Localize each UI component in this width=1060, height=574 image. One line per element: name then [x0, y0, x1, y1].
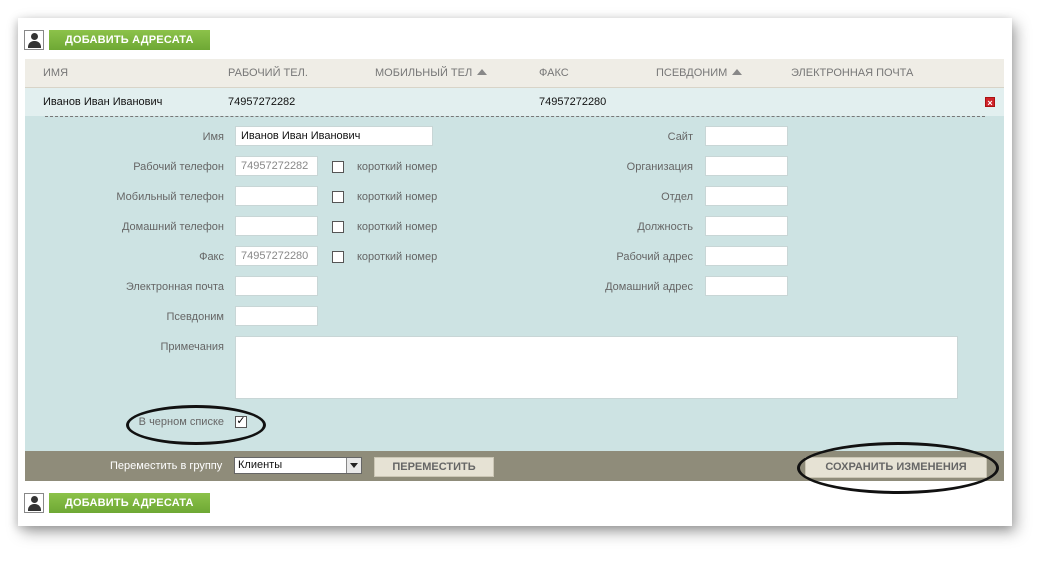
- mobile-phone-short-label: короткий номер: [357, 191, 438, 203]
- contacts-table: ИМЯ РАБОЧИЙ ТЕЛ. МОБИЛЬНЫЙ ТЕЛ ФАКС ПСЕВ…: [25, 59, 1004, 481]
- email-label: Электронная почта: [125, 281, 224, 293]
- fax-short-label: короткий номер: [357, 251, 438, 263]
- col-header-alias[interactable]: ПСЕВДОНИМ: [656, 67, 743, 79]
- sort-arrow-up-icon: [732, 69, 743, 75]
- name-label: Имя: [202, 131, 224, 143]
- work-phone-short-checkbox[interactable]: [332, 161, 344, 173]
- group-select-value: Клиенты: [238, 459, 283, 471]
- group-select[interactable]: Клиенты: [234, 457, 362, 474]
- organization-input[interactable]: [705, 156, 788, 176]
- delete-icon[interactable]: ×: [985, 97, 995, 108]
- site-label: Сайт: [667, 131, 693, 143]
- work-phone-input[interactable]: 74957272282: [235, 156, 318, 176]
- home-address-input[interactable]: [705, 276, 788, 296]
- user-icon: [24, 493, 44, 513]
- work-phone-short-label: короткий номер: [357, 161, 438, 173]
- home-phone-short-label: короткий номер: [357, 221, 438, 233]
- col-header-mobile-phone-label: МОБИЛЬНЫЙ ТЕЛ: [375, 67, 473, 79]
- home-phone-input[interactable]: [235, 216, 318, 236]
- work-address-input[interactable]: [705, 246, 788, 266]
- col-header-email[interactable]: ЭЛЕКТРОННАЯ ПОЧТА: [791, 67, 913, 79]
- site-input[interactable]: [705, 126, 788, 146]
- mobile-phone-short-checkbox[interactable]: [332, 191, 344, 203]
- table-row[interactable]: Иванов Иван Иванович 74957272282 7495727…: [25, 88, 1004, 116]
- table-header: ИМЯ РАБОЧИЙ ТЕЛ. МОБИЛЬНЫЙ ТЕЛ ФАКС ПСЕВ…: [25, 59, 1004, 88]
- row-work-phone: 74957272282: [228, 96, 296, 108]
- add-recipient-bar-top: ДОБАВИТЬ АДРЕСАТА: [24, 29, 210, 51]
- department-input[interactable]: [705, 186, 788, 206]
- alias-label: Псевдоним: [166, 311, 224, 323]
- fax-short-checkbox[interactable]: [332, 251, 344, 263]
- move-button[interactable]: ПЕРЕМЕСТИТЬ: [374, 457, 494, 477]
- name-input[interactable]: Иванов Иван Иванович: [235, 126, 433, 146]
- col-header-mobile-phone[interactable]: МОБИЛЬНЫЙ ТЕЛ: [375, 67, 488, 79]
- col-header-name[interactable]: ИМЯ: [43, 67, 68, 79]
- work-address-label: Рабочий адрес: [616, 251, 693, 263]
- sort-arrow-up-icon: [477, 69, 488, 75]
- email-input[interactable]: [235, 276, 318, 296]
- position-input[interactable]: [705, 216, 788, 236]
- notes-label: Примечания: [160, 341, 224, 353]
- mobile-phone-input[interactable]: [235, 186, 318, 206]
- col-header-work-phone[interactable]: РАБОЧИЙ ТЕЛ.: [228, 67, 308, 79]
- department-label: Отдел: [661, 191, 693, 203]
- home-phone-short-checkbox[interactable]: [332, 221, 344, 233]
- move-to-group-label: Переместить в группу: [110, 460, 223, 472]
- position-label: Должность: [637, 221, 693, 233]
- blacklist-label: В черном списке: [138, 416, 224, 428]
- add-recipient-bar-bottom: ДОБАВИТЬ АДРЕСАТА: [24, 492, 210, 514]
- action-footer: Переместить в группу Клиенты ПЕРЕМЕСТИТЬ…: [25, 451, 1004, 481]
- row-fax: 74957272280: [539, 96, 607, 108]
- dropdown-arrow-icon[interactable]: [346, 458, 361, 473]
- row-divider: [45, 116, 985, 117]
- fax-label: Факс: [199, 251, 224, 263]
- alias-input[interactable]: [235, 306, 318, 326]
- add-recipient-button[interactable]: ДОБАВИТЬ АДРЕСАТА: [49, 30, 210, 50]
- work-phone-label: Рабочий телефон: [133, 161, 224, 173]
- save-changes-button[interactable]: СОХРАНИТЬ ИЗМЕНЕНИЯ: [805, 457, 987, 478]
- home-address-label: Домашний адрес: [605, 281, 693, 293]
- user-icon: [24, 30, 44, 50]
- notes-textarea[interactable]: [235, 336, 958, 399]
- add-recipient-button[interactable]: ДОБАВИТЬ АДРЕСАТА: [49, 493, 210, 513]
- fax-input[interactable]: 74957272280: [235, 246, 318, 266]
- organization-label: Организация: [626, 161, 693, 173]
- mobile-phone-label: Мобильный телефон: [116, 191, 224, 203]
- blacklist-checkbox[interactable]: ✓: [235, 416, 247, 428]
- row-name: Иванов Иван Иванович: [43, 96, 163, 108]
- col-header-alias-label: ПСЕВДОНИМ: [656, 67, 728, 79]
- home-phone-label: Домашний телефон: [121, 221, 224, 233]
- col-header-fax[interactable]: ФАКС: [539, 67, 569, 79]
